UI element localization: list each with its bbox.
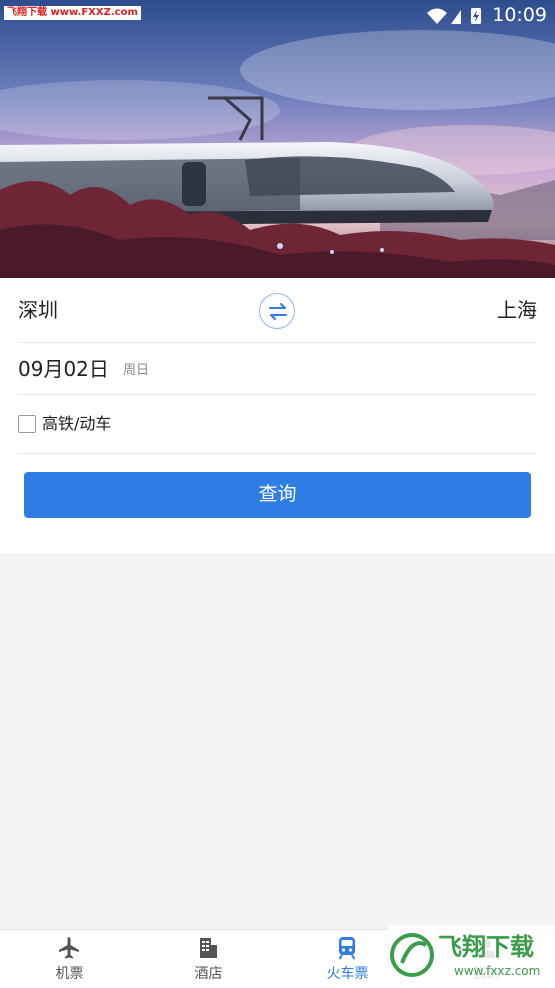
tab-label: 机票	[55, 966, 84, 982]
signal-icons	[427, 8, 481, 24]
search-button[interactable]: 查询	[24, 472, 531, 518]
search-form: 深圳 上海 09月02日 周日 高铁/动车 查询	[0, 278, 555, 553]
train-icon	[338, 937, 356, 960]
high-speed-label[interactable]: 高铁/动车	[42, 414, 111, 434]
swap-cities-button[interactable]	[259, 293, 295, 329]
arrival-city[interactable]: 上海	[497, 298, 537, 322]
tab-flights[interactable]: 机票	[0, 930, 139, 988]
plane-icon	[59, 937, 79, 959]
train-type-row: 高铁/动车	[18, 395, 537, 454]
departure-date: 09月02日	[18, 357, 109, 381]
svg-text:www.fxxz.com: www.fxxz.com	[454, 964, 540, 978]
svg-text:飞翔下载: 飞翔下载	[438, 933, 534, 961]
tab-label: 酒店	[194, 966, 223, 982]
weekday-label: 周日	[123, 363, 150, 378]
banner-image	[0, 0, 555, 278]
tab-hotels[interactable]: 酒店	[139, 930, 278, 988]
high-speed-checkbox[interactable]	[18, 415, 36, 433]
swap-icon	[269, 303, 287, 320]
date-row[interactable]: 09月02日 周日	[18, 343, 537, 395]
route-row: 深圳 上海	[18, 278, 537, 343]
clock: 10:09	[492, 4, 547, 26]
departure-city[interactable]: 深圳	[18, 298, 58, 322]
watermark-label: 飞翔下载 www.FXXZ.com	[4, 6, 141, 20]
status-bar: 飞翔下载 www.FXXZ.com 10:09	[0, 0, 555, 32]
watermark-logo: 飞翔下载 www.fxxz.com	[388, 925, 555, 988]
building-icon	[200, 938, 217, 958]
